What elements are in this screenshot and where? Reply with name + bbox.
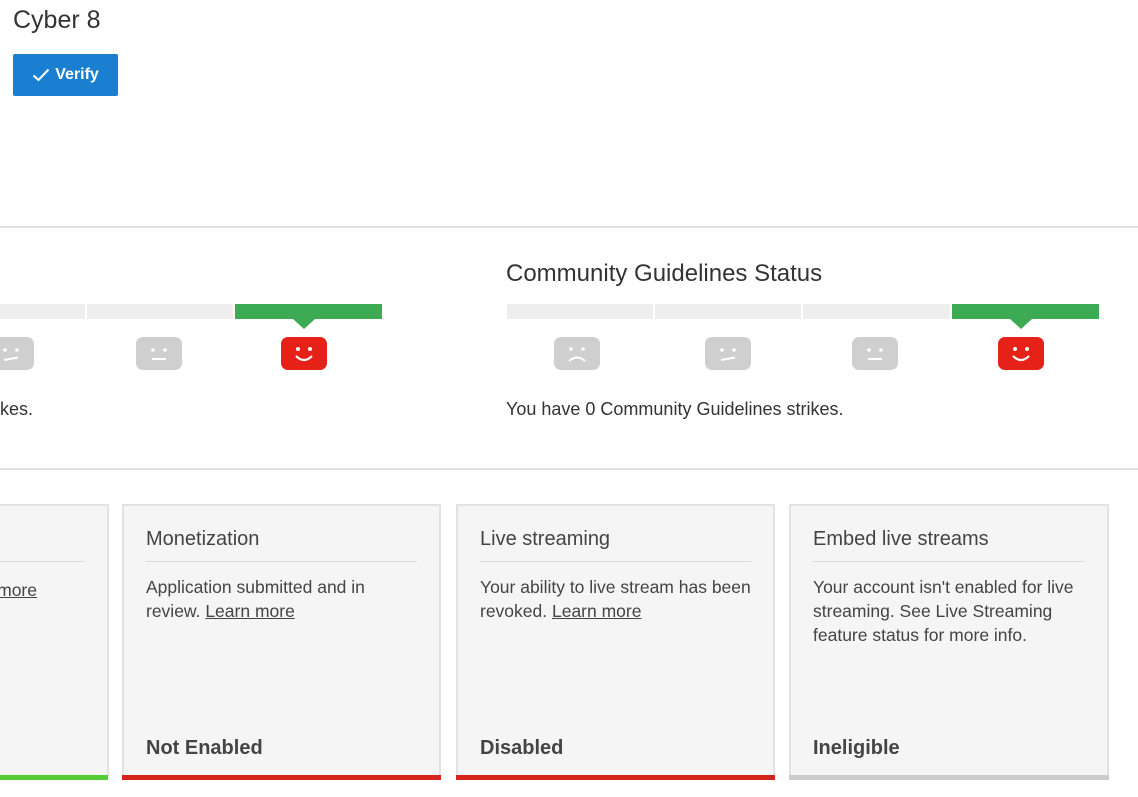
divider-middle	[0, 468, 1138, 470]
card-divider	[813, 561, 1085, 562]
sad-face-icon	[554, 337, 600, 370]
happy-face-icon	[281, 337, 327, 370]
card-desc: more	[0, 578, 37, 602]
status-bar	[0, 775, 108, 780]
strike-segment	[0, 304, 85, 319]
strike-segment	[803, 304, 950, 319]
card-title: Monetization	[146, 528, 260, 550]
divider-top	[0, 226, 1138, 228]
copyright-strike-text: kes.	[0, 399, 34, 419]
verify-button-label: Verify	[55, 66, 99, 83]
card-title: Live streaming	[480, 528, 611, 550]
verify-button[interactable]: Verify	[13, 54, 118, 96]
neutral-face-icon	[136, 337, 182, 370]
meh-face-icon	[0, 337, 34, 370]
card-title: Embed live streams	[813, 528, 989, 550]
card-divider	[146, 561, 417, 562]
strike-segment	[655, 304, 801, 319]
learn-more-link[interactable]: Learn more	[205, 601, 295, 621]
channel-name: Cyber 8	[13, 6, 101, 34]
card-divider	[480, 561, 751, 562]
card-divider	[0, 561, 85, 562]
status-label: Disabled	[480, 737, 564, 759]
feature-card: more	[0, 504, 109, 776]
card-description: Application submitted and in review. Lea…	[146, 575, 419, 623]
status-bar	[456, 775, 775, 780]
strike-segment	[507, 304, 653, 319]
status-bar	[789, 775, 1109, 780]
strike-segment-active	[952, 304, 1099, 319]
community-guidelines-title: Community Guidelines Status	[506, 260, 823, 287]
status-label: Not Enabled	[146, 737, 263, 759]
live-streaming-card: Live streaming Your ability to live stre…	[456, 504, 775, 776]
card-description: Your account isn't enabled for live stre…	[813, 577, 1074, 645]
embed-live-streams-card: Embed live streams Your account isn't en…	[789, 504, 1109, 776]
strike-segment	[87, 304, 233, 319]
status-bar	[122, 775, 441, 780]
strike-pointer	[293, 319, 315, 329]
checkmark-icon	[33, 68, 50, 82]
happy-face-icon	[998, 337, 1044, 370]
neutral-face-icon	[852, 337, 898, 370]
monetization-card: Monetization Application submitted and i…	[122, 504, 441, 776]
strike-pointer	[1010, 319, 1032, 329]
community-strike-text: You have 0 Community Guidelines strikes.	[506, 399, 844, 419]
learn-more-link[interactable]: more	[0, 580, 37, 600]
card-description: Your ability to live stream has been rev…	[480, 575, 753, 623]
meh-face-icon	[705, 337, 751, 370]
strike-segment-active	[235, 304, 382, 319]
status-label: Ineligible	[813, 737, 900, 759]
learn-more-link[interactable]: Learn more	[552, 601, 642, 621]
